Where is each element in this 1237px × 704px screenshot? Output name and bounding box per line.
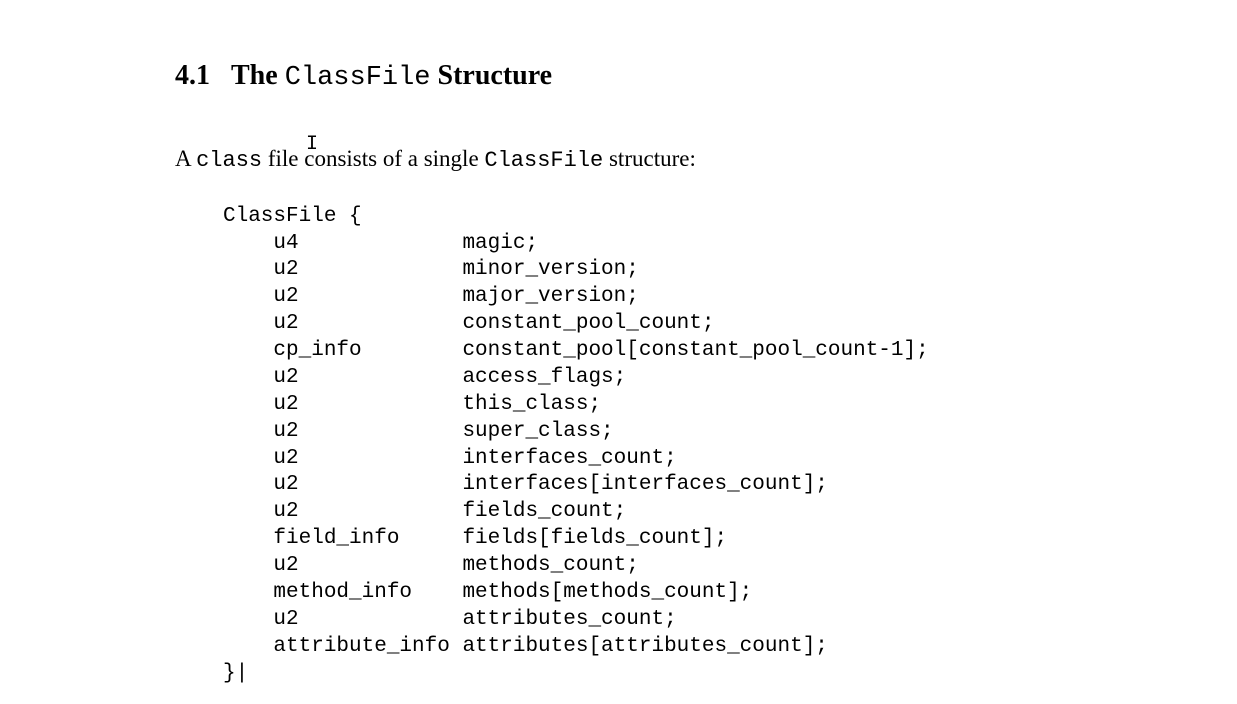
section-heading: 4.1 The ClassFile Structure <box>175 60 1237 93</box>
intro-t1: A <box>175 146 196 171</box>
intro-t2: file consists of a single <box>262 146 484 171</box>
code-block: ClassFile { u4 magic; u2 minor_version; … <box>223 204 1237 688</box>
intro-t3: structure: <box>603 146 696 171</box>
heading-mono: ClassFile <box>285 63 431 93</box>
intro-m2: ClassFile <box>484 148 603 173</box>
heading-text-before: The <box>231 60 285 91</box>
text-cursor: I <box>306 133 318 156</box>
intro-m1: class <box>196 148 262 173</box>
intro-paragraph: A class file consists of a single ClassF… <box>175 143 1237 176</box>
section-number: 4.1 <box>175 60 210 91</box>
heading-text-after: Structure <box>431 60 553 91</box>
